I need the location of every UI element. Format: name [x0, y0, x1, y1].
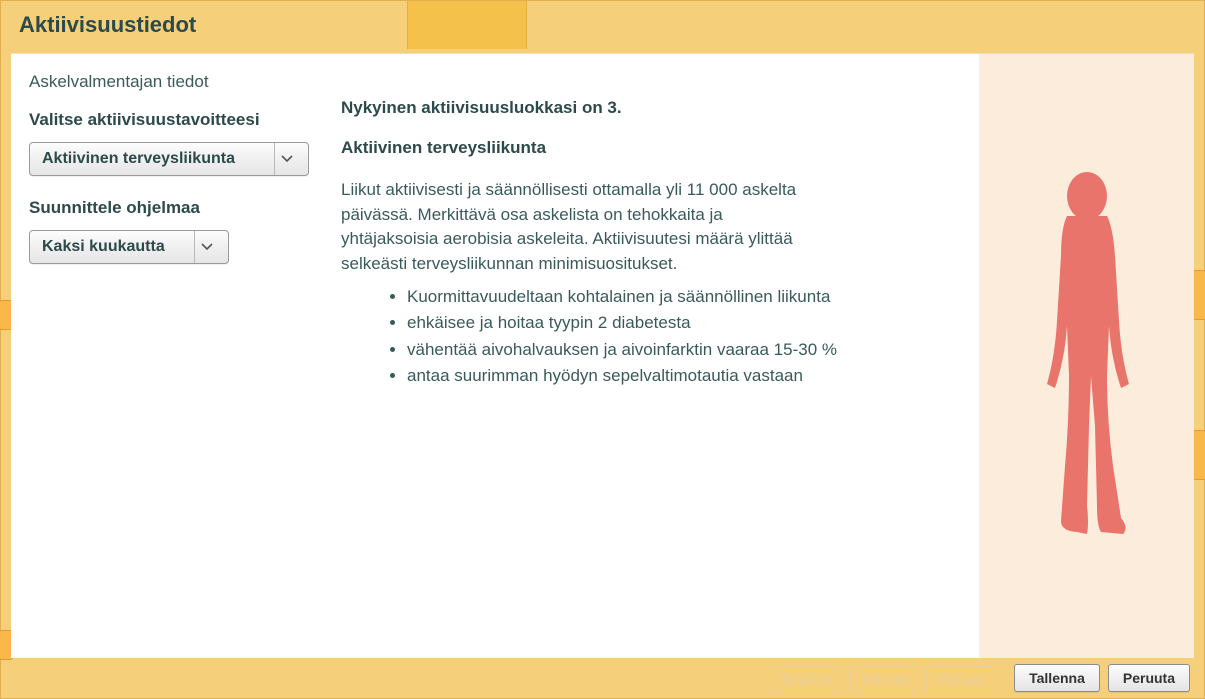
list-item: ehkäisee ja hoitaa tyypin 2 diabetesta: [407, 311, 861, 336]
save-button[interactable]: Tallenna: [1014, 664, 1100, 692]
list-item: vähentää aivohalvauksen ja aivoinfarktin…: [407, 338, 861, 363]
goal-select-value: Aktiivinen terveysliikunta: [42, 150, 235, 168]
header: Aktiivisuustiedot: [1, 1, 1204, 49]
panel-subtitle: Askelvalmentajan tiedot: [29, 72, 311, 92]
person-silhouette-icon: [1017, 166, 1157, 546]
benefits-list: Kuormittavuudeltaan kohtalainen ja säänn…: [341, 285, 861, 390]
plan-label: Suunnittele ohjelmaa: [29, 198, 311, 218]
goal-label: Valitse aktiivisuustavoitteesi: [29, 110, 311, 130]
clear-button-disabled: Tyhjennä: [769, 666, 844, 692]
disabled-buttons-group: Tyhjennä Tallenna Peruuta: [769, 666, 994, 692]
level-title: Aktiivinen terveysliikunta: [341, 138, 949, 158]
chevron-down-icon: [274, 143, 298, 175]
cancel-button-disabled: Peruuta: [926, 666, 994, 692]
plan-select[interactable]: Kaksi kuukautta: [29, 230, 229, 264]
current-level-heading: Nykyinen aktiivisuusluokkasi on 3.: [341, 98, 949, 118]
goal-select[interactable]: Aktiivinen terveysliikunta: [29, 142, 309, 176]
figure-column: [979, 54, 1194, 658]
chevron-down-icon: [194, 231, 218, 263]
list-item: antaa suurimman hyödyn sepelvaltimotauti…: [407, 364, 861, 389]
content-column: Nykyinen aktiivisuusluokkasi on 3. Aktii…: [331, 54, 979, 658]
list-item: Kuormittavuudeltaan kohtalainen ja säänn…: [407, 285, 861, 310]
cancel-button[interactable]: Peruuta: [1108, 664, 1190, 692]
page-title: Aktiivisuustiedot: [19, 12, 196, 38]
left-column: Askelvalmentajan tiedot Valitse aktiivis…: [11, 54, 331, 658]
active-tab-indicator: [407, 1, 527, 49]
level-description: Liikut aktiivisesti ja säännöllisesti ot…: [341, 178, 821, 277]
main-panel: Askelvalmentajan tiedot Valitse aktiivis…: [11, 53, 1194, 658]
save-button-disabled: Tallenna: [850, 666, 920, 692]
footer: Tyhjennä Tallenna Peruuta Tallenna Peruu…: [1, 658, 1204, 698]
plan-select-value: Kaksi kuukautta: [42, 238, 165, 256]
